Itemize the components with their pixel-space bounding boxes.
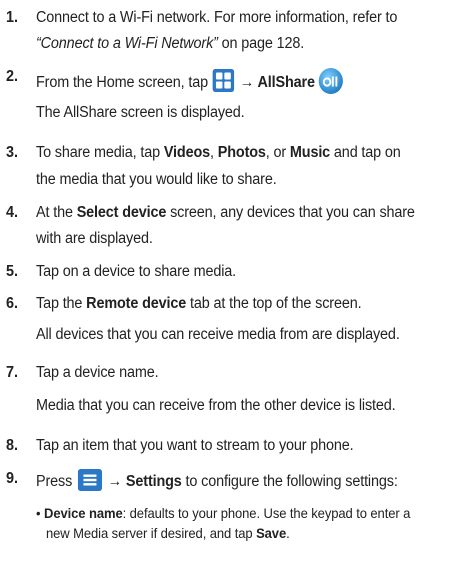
bullet-dot: • bbox=[36, 505, 41, 521]
settings-label: Settings bbox=[125, 473, 182, 490]
reference-link[interactable]: “Connect to a Wi-Fi Network” bbox=[36, 35, 218, 52]
bullet-device-name: • Device name: defaults to your phone. U… bbox=[36, 505, 411, 521]
music-label: Music bbox=[289, 144, 331, 161]
step-7-note: Media that you can receive from the othe… bbox=[36, 397, 396, 414]
menu-key-icon bbox=[77, 469, 103, 491]
photos-label: Photos bbox=[217, 144, 266, 161]
step-3-line2: the media that you would like to share. bbox=[36, 171, 277, 188]
remote-device-label: Remote device bbox=[86, 295, 187, 312]
step-8-number: 8. bbox=[6, 437, 19, 454]
step-6-note: All devices that you can receive media f… bbox=[36, 326, 400, 343]
step-9-text: Press → Settings to configure the follow… bbox=[36, 469, 398, 492]
step-7-number: 7. bbox=[6, 364, 19, 381]
step-2-text: From the Home screen, tap → AllShare bbox=[36, 67, 344, 95]
step-2-number: 2. bbox=[6, 68, 19, 85]
step-2-note: The AllShare screen is displayed. bbox=[36, 104, 245, 121]
step-4-line2: with are displayed. bbox=[36, 230, 153, 247]
step-6-number: 6. bbox=[6, 295, 19, 312]
apps-grid-icon bbox=[212, 69, 235, 92]
step-5-text: Tap on a device to share media. bbox=[36, 263, 237, 280]
videos-label: Videos bbox=[163, 144, 211, 161]
step-3-text: To share media, tap Videos, Photos, or M… bbox=[36, 144, 401, 161]
device-name-label: Device name bbox=[44, 505, 123, 521]
step-5-number: 5. bbox=[6, 263, 19, 280]
step-9-number: 9. bbox=[6, 470, 19, 487]
step-4-text: At the Select device screen, any devices… bbox=[36, 204, 415, 221]
allshare-icon bbox=[318, 67, 344, 95]
step-1-text: Connect to a Wi-Fi network. For more inf… bbox=[36, 9, 398, 26]
step-7-text: Tap a device name. bbox=[36, 364, 159, 381]
bullet-device-name-line2: new Media server if desired, and tap Sav… bbox=[46, 525, 290, 541]
select-device-label: Select device bbox=[76, 204, 167, 221]
step-6-text: Tap the Remote device tab at the top of … bbox=[36, 295, 362, 312]
step-8-text: Tap an item that you want to stream to y… bbox=[36, 437, 354, 454]
step-1-reference: “Connect to a Wi-Fi Network” on page 128… bbox=[36, 35, 305, 52]
save-label: Save bbox=[256, 525, 287, 541]
step-1-number: 1. bbox=[6, 9, 19, 26]
step-4-number: 4. bbox=[6, 204, 19, 221]
allshare-label: AllShare bbox=[257, 74, 315, 91]
step-3-number: 3. bbox=[6, 144, 19, 161]
manual-page: 1. Connect to a Wi-Fi network. For more … bbox=[0, 0, 472, 582]
